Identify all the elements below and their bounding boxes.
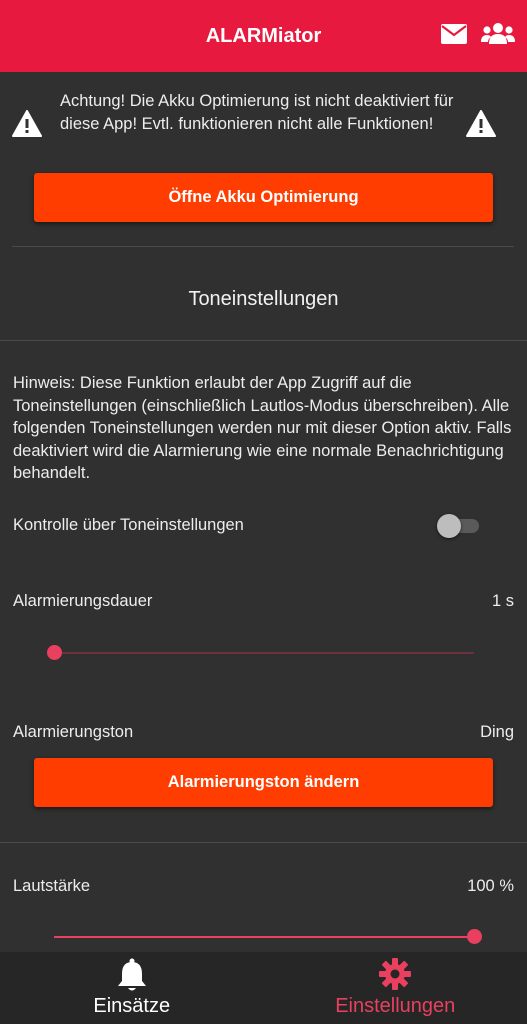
divider [0,340,527,341]
open-battery-optimization-button[interactable]: Öffne Akku Optimierung [34,173,493,222]
warning-icon [12,110,42,138]
tone-hint-text: Hinweis: Diese Funktion erlaubt der App … [13,374,512,482]
alarm-tone-value: Ding [480,723,514,741]
change-alarm-tone-button[interactable]: Alarmierungston ändern [34,758,493,807]
toggle-thumb [437,514,461,538]
slider-thumb[interactable] [47,645,62,660]
mail-icon[interactable] [441,24,467,44]
tone-control-toggle[interactable] [437,514,481,538]
alarm-duration-label: Alarmierungsdauer [13,592,153,610]
appbar-actions [441,22,515,46]
slider-thumb[interactable] [467,929,482,944]
warning-icon-right [466,110,496,138]
app-bar: ALARMiator [0,0,527,72]
nav-item-einstellungen[interactable]: Einstellungen [264,952,527,1024]
section-title: Toneinstellungen [188,288,339,310]
alarm-duration-value: 1 s [491,592,514,610]
gear-icon [379,958,412,995]
nav-item-einsaetze[interactable]: Einsätze [0,952,264,1024]
slider-fill [54,936,474,938]
bottom-navigation: Einsätze Einstellungen [0,952,527,1024]
slider-track [54,652,474,654]
nav-label-einsaetze: Einsätze [93,995,171,1017]
tone-control-label: Kontrolle über Toneinstellungen [13,516,244,534]
volume-label: Lautstärke [13,877,91,895]
app-title: ALARMiator [205,24,322,47]
nav-label-einstellungen: Einstellungen [335,995,456,1017]
alarm-duration-slider[interactable] [46,643,482,663]
volume-slider[interactable] [46,927,482,947]
battery-warning-text: Achtung! Die Akku Optimierung ist nicht … [60,92,454,133]
divider [12,246,514,247]
divider [0,842,527,843]
alarm-tone-label: Alarmierungston [13,723,134,741]
bell-icon [116,958,148,997]
groups-icon[interactable] [481,22,515,46]
volume-value: 100 % [467,877,514,895]
